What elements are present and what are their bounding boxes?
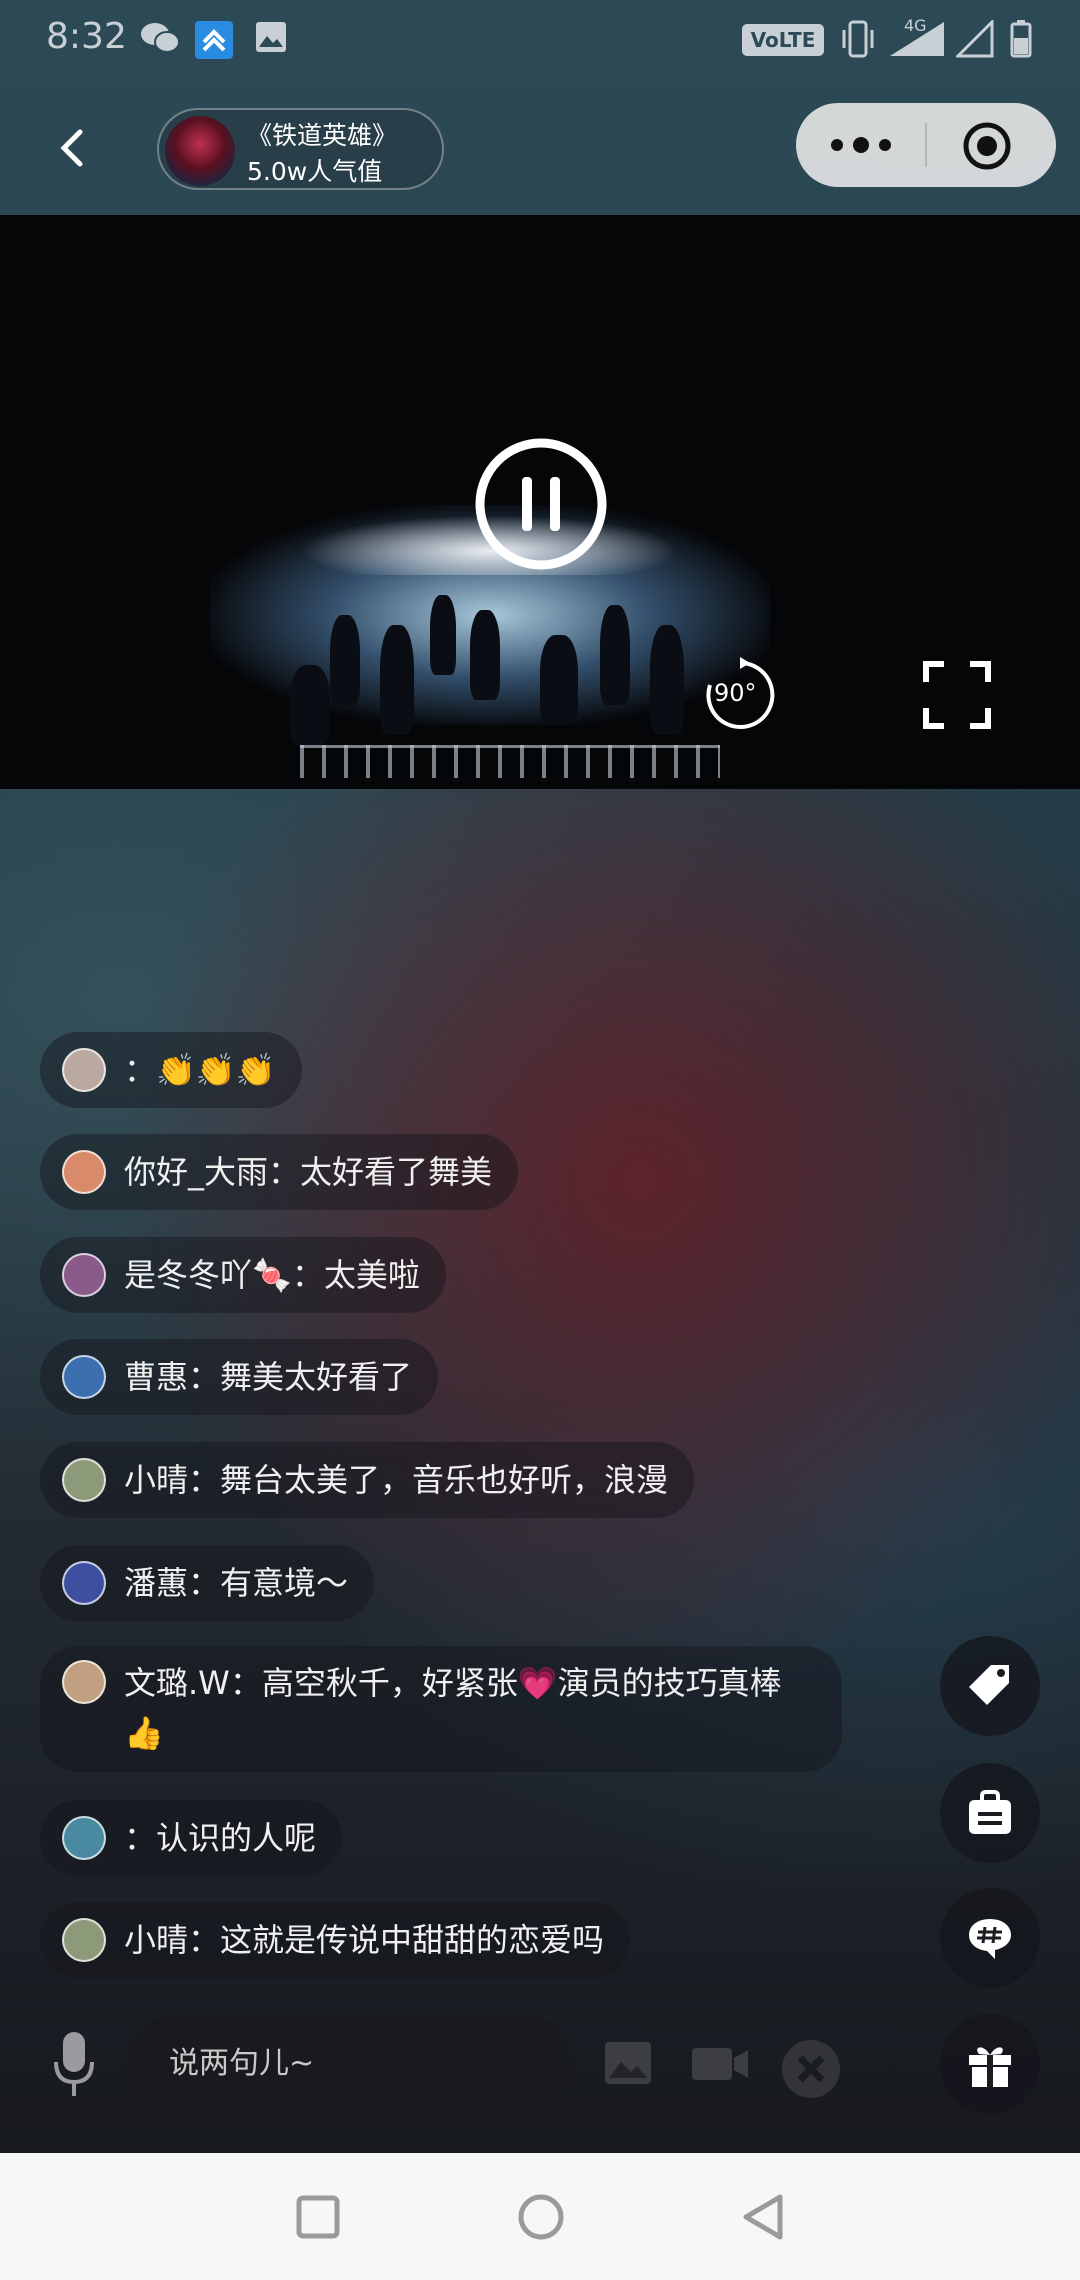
avatar xyxy=(62,1561,106,1605)
comment-item: 潘蕙：有意境～ xyxy=(40,1545,375,1621)
avatar xyxy=(62,1355,106,1399)
comment-text: 你好_大雨：太好看了舞美 xyxy=(124,1153,493,1191)
avatar xyxy=(62,1660,106,1704)
performer-silhouette xyxy=(430,595,456,675)
microphone-icon[interactable] xyxy=(52,2030,96,2100)
comment-input[interactable]: 说两句儿~ xyxy=(127,2015,571,2112)
room-thumbnail xyxy=(165,116,235,186)
hashtag-chat-icon xyxy=(969,1919,1011,1959)
close-circle-icon[interactable] xyxy=(781,2039,841,2099)
comment-text: 文璐.W：高空秋千，好紧张💗演员的技巧真棒👍 xyxy=(124,1664,782,1752)
gallery-icon xyxy=(256,22,286,52)
performer-silhouette xyxy=(600,605,630,705)
video-player[interactable]: 90° xyxy=(0,215,1080,789)
system-navigation-bar xyxy=(0,2153,1080,2280)
performer-silhouette xyxy=(470,610,500,700)
avatar xyxy=(62,1048,106,1092)
rotate-90-button[interactable]: 90° xyxy=(700,655,780,735)
tag-icon xyxy=(969,1665,1009,1705)
performer-silhouette xyxy=(290,665,330,745)
comment-text: 是冬冬吖🍬：太美啦 xyxy=(124,1256,420,1294)
shopping-bag-icon xyxy=(969,1790,1011,1834)
comment-text: ：认识的人呢 xyxy=(124,1819,317,1857)
room-title: 《铁道英雄》 xyxy=(247,121,398,150)
signal-strength-icon xyxy=(890,22,944,56)
comment-item: ：👏👏👏 xyxy=(40,1032,302,1108)
performer-silhouette xyxy=(380,625,414,735)
recents-square-icon[interactable] xyxy=(296,2195,340,2239)
vibrate-icon xyxy=(842,20,874,58)
shop-button[interactable] xyxy=(940,1763,1040,1863)
comment-item: 文璐.W：高空秋千，好紧张💗演员的技巧真棒👍 xyxy=(40,1646,842,1772)
gift-button[interactable] xyxy=(940,2014,1040,2114)
volte-badge: VoLTE 1 xyxy=(742,24,824,84)
comment-item: 小晴：舞台太美了，音乐也好听，浪漫 xyxy=(40,1442,695,1518)
comment-item: 是冬冬吖🍬：太美啦 xyxy=(40,1237,446,1313)
fullscreen-icon[interactable] xyxy=(922,660,992,730)
avatar xyxy=(62,1816,106,1860)
comment-text: 潘蕙：有意境～ xyxy=(124,1564,349,1602)
live-room-info-pill[interactable]: 《铁道英雄》 5.0w人气值 xyxy=(157,108,444,190)
video-camera-icon[interactable] xyxy=(690,2044,750,2084)
app-notification-icon xyxy=(195,21,233,59)
avatar xyxy=(62,1253,106,1297)
gift-icon xyxy=(969,2047,1011,2087)
wechat-icon xyxy=(141,23,180,53)
comment-text: ：👏👏👏 xyxy=(124,1051,276,1089)
mini-program-capsule xyxy=(796,103,1056,187)
avatar xyxy=(62,1150,106,1194)
rotate-label: 90° xyxy=(714,679,757,707)
performer-silhouette xyxy=(540,635,578,725)
capsule-divider xyxy=(925,123,927,167)
battery-icon xyxy=(1010,20,1032,58)
signal-strength-2-icon xyxy=(956,20,994,58)
comment-item: 小晴：这就是传说中甜甜的恋爱吗 xyxy=(40,1902,631,1978)
coupon-button[interactable] xyxy=(940,1636,1040,1736)
more-dots-icon[interactable] xyxy=(826,123,896,167)
status-bar: 8:32 VoLTE 1 4G xyxy=(0,0,1080,84)
back-triangle-icon[interactable] xyxy=(740,2193,786,2241)
back-chevron-icon[interactable] xyxy=(52,128,92,168)
avatar xyxy=(62,1918,106,1962)
avatar xyxy=(62,1458,106,1502)
status-time: 8:32 xyxy=(46,16,127,57)
stage-railing xyxy=(300,745,720,778)
target-circle-icon[interactable] xyxy=(961,120,1013,172)
comment-text: 小晴：这就是传说中甜甜的恋爱吗 xyxy=(124,1921,605,1959)
home-circle-icon[interactable] xyxy=(517,2193,565,2241)
performer-silhouette xyxy=(330,615,360,705)
comment-text: 曹惠：舞美太好看了 xyxy=(124,1358,413,1396)
image-icon[interactable] xyxy=(603,2040,653,2086)
comment-item: 曹惠：舞美太好看了 xyxy=(40,1339,439,1415)
performer-silhouette xyxy=(650,625,684,735)
comment-item: 你好_大雨：太好看了舞美 xyxy=(40,1134,519,1210)
pause-icon[interactable] xyxy=(474,437,608,571)
room-popularity: 5.0w人气值 xyxy=(247,157,383,186)
comment-item: ：认识的人呢 xyxy=(40,1800,343,1876)
topic-button[interactable] xyxy=(940,1888,1040,1988)
comment-text: 小晴：舞台太美了，音乐也好听，浪漫 xyxy=(124,1461,669,1499)
